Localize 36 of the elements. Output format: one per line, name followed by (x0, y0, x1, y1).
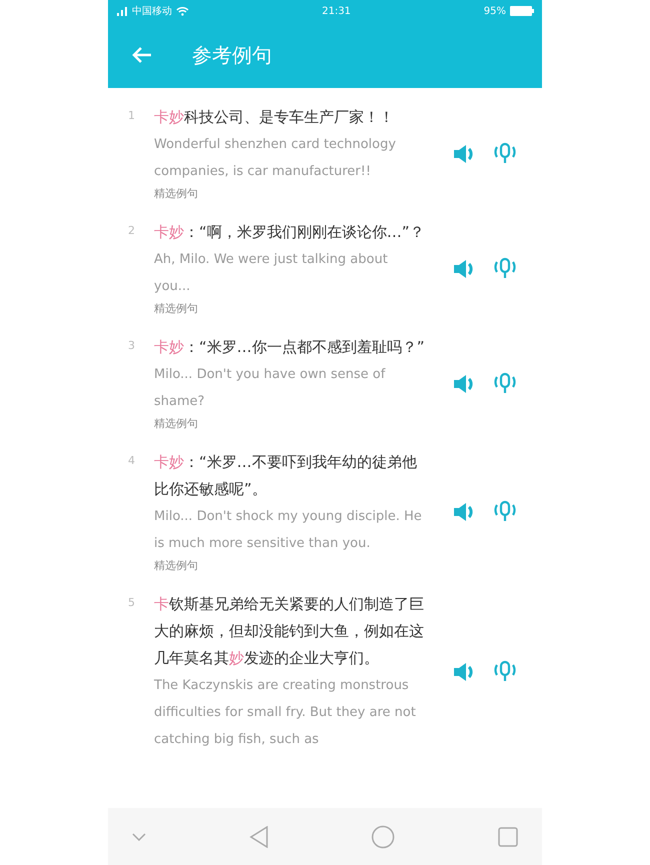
recents-square-icon[interactable] (498, 826, 518, 846)
english-translation: Milo... Don't shock my young disciple. He is much more sensitive than you. (154, 508, 423, 553)
home-circle-icon[interactable] (371, 824, 396, 848)
wifi-icon (176, 6, 189, 16)
source-label: 精选例句 (154, 416, 199, 432)
chinese-sentence: 卡妙：“米罗…你一点都不感到羞耻吗？” (154, 337, 426, 358)
battery-icon (510, 6, 534, 16)
carrier-name: 中国移动 (132, 4, 172, 18)
microphone-icon[interactable] (492, 372, 518, 396)
sentence-number: 2 (128, 223, 136, 239)
sentence-number: 1 (128, 108, 136, 124)
sentence-number: 3 (128, 338, 136, 354)
english-translation: Milo... Don't you have own sense of shame? (154, 366, 386, 411)
source-label: 精选例句 (154, 186, 199, 202)
sentence-number: 5 (128, 595, 136, 611)
microphone-icon[interactable] (492, 142, 518, 166)
source-label: 精选例句 (154, 301, 199, 317)
back-arrow-icon[interactable] (132, 46, 152, 64)
signal-icon (116, 6, 128, 16)
chinese-sentence: 卡妙：“米罗…不要吓到我年幼的徒弟他比你还敏感呢”。 (154, 452, 418, 500)
microphone-icon[interactable] (492, 256, 518, 280)
english-translation: Wonderful shenzhen card technology companies, is car manufacturer!! (154, 136, 397, 181)
chinese-sentence: 卡妙：“啊，米罗我们刚刚在谈论你…”？ (154, 222, 426, 243)
microphone-icon[interactable] (492, 500, 518, 524)
page-title: 参考例句 (192, 42, 272, 69)
source-label: 精选例句 (154, 558, 199, 574)
battery-percent: 95% (484, 4, 506, 18)
chinese-sentence: 卡妙科技公司、是专车生产厂家！！ (154, 107, 395, 128)
microphone-icon[interactable] (492, 660, 518, 684)
chevron-down-icon[interactable] (132, 832, 146, 840)
clock-time: 21:31 (322, 4, 351, 18)
sentence-number: 4 (128, 453, 136, 469)
back-triangle-icon[interactable] (248, 826, 269, 848)
chinese-sentence: 卡钦斯基兄弟给无关紧要的人们制造了巨大的麻烦，但却没能钓到大鱼，例如在这几年莫名其妙发迹的企业大亨们。 (154, 594, 425, 669)
english-translation: The Kaczynskis are creating monstrous difficulties for small fry. But they are not catching big fish, such as (154, 677, 417, 749)
english-translation: Ah, Milo. We were just talking about you... (154, 251, 389, 296)
